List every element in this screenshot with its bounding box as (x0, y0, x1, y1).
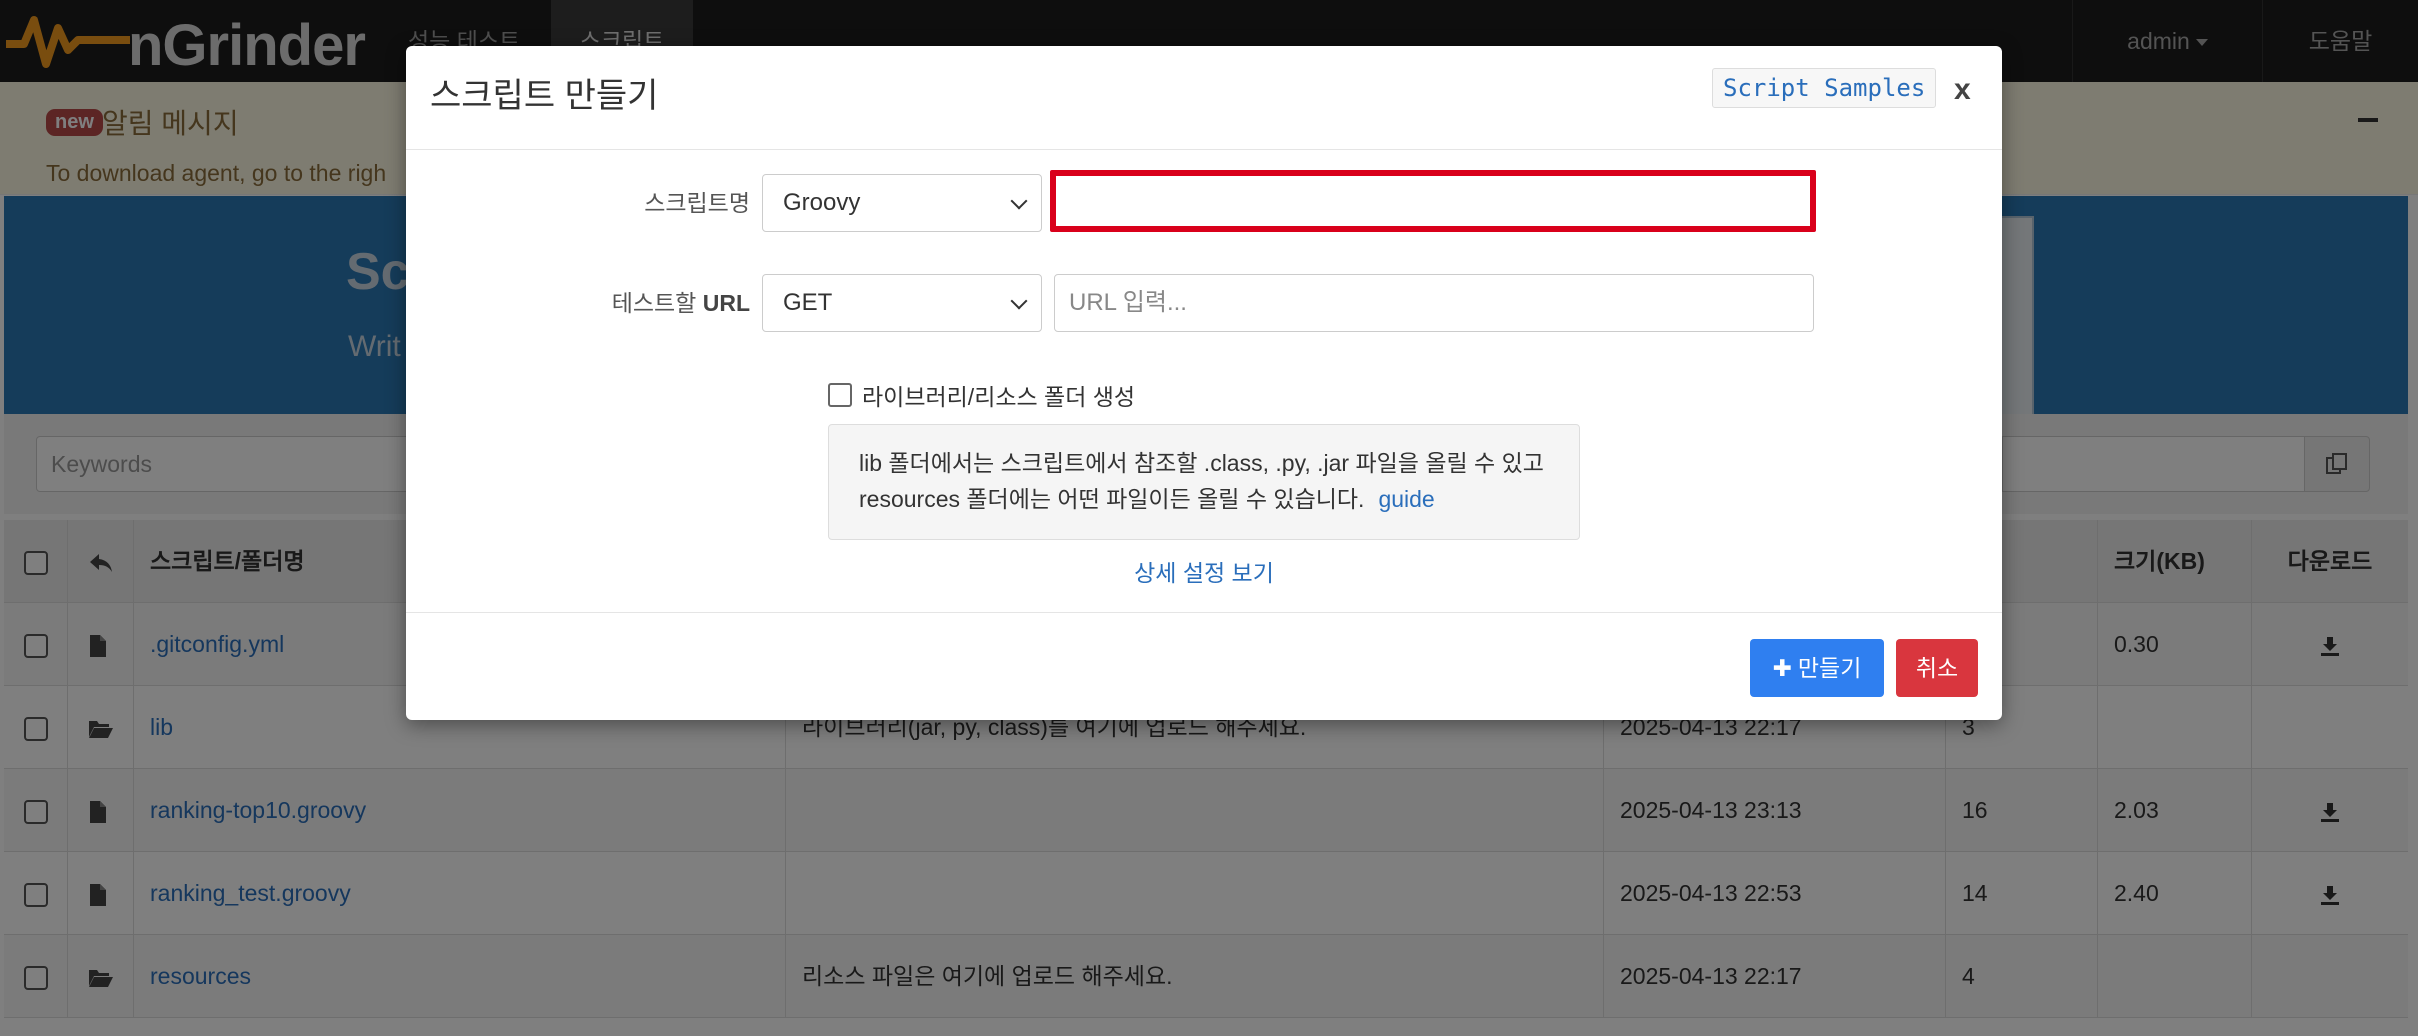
chevron-down-icon (1010, 192, 1028, 210)
test-url-input[interactable]: URL 입력... (1054, 274, 1814, 332)
guide-link[interactable]: guide (1378, 486, 1434, 512)
script-type-select[interactable]: Groovy (762, 174, 1042, 232)
plus-icon: ✚ (1772, 655, 1792, 681)
test-url-label-prefix: 테스트할 (611, 290, 703, 316)
test-url-label: 테스트할 URL (550, 284, 750, 318)
script-name-input[interactable] (1050, 170, 1816, 232)
modal-title: 스크립트 만들기 (430, 77, 659, 115)
create-script-modal: 스크립트 만들기 Script Samples x 스크립트명 Groovy 테… (406, 46, 2002, 720)
chevron-down-icon (1010, 292, 1028, 310)
script-samples-button[interactable]: Script Samples (1712, 68, 1937, 108)
create-lib-folder-checkbox[interactable]: 라이브러리/리소스 폴더 생성 (828, 378, 1135, 412)
modal-footer: ✚ 만들기 취소 (406, 612, 2002, 720)
info-line-1: lib 폴더에서는 스크립트에서 참조할 .class, .py, .jar 파… (859, 450, 1544, 476)
lib-folder-info: lib 폴더에서는 스크립트에서 참조할 .class, .py, .jar 파… (828, 424, 1580, 540)
http-method-value: GET (783, 289, 833, 316)
detail-settings-link[interactable]: 상세 설정 보기 (1134, 560, 1274, 586)
create-button-label: 만들기 (1797, 655, 1862, 681)
modal-header: 스크립트 만들기 Script Samples x (406, 46, 2002, 150)
info-line-2: resources 폴더에는 어떤 파일이든 올릴 수 있습니다. (859, 486, 1365, 512)
detail-settings-row: 상세 설정 보기 (406, 554, 2002, 588)
test-url-label-bold: URL (702, 290, 750, 316)
cancel-button[interactable]: 취소 (1896, 639, 1978, 697)
create-lib-folder-label: 라이브러리/리소스 폴더 생성 (862, 384, 1136, 410)
info-line-2-row: resources 폴더에는 어떤 파일이든 올릴 수 있습니다. guide (859, 481, 1549, 517)
script-name-label: 스크립트명 (644, 190, 750, 216)
script-type-value: Groovy (783, 189, 861, 216)
http-method-select[interactable]: GET (762, 274, 1042, 332)
create-button[interactable]: ✚ 만들기 (1750, 639, 1884, 697)
close-button[interactable]: x (1954, 70, 1971, 110)
checkbox-icon[interactable] (828, 383, 852, 407)
